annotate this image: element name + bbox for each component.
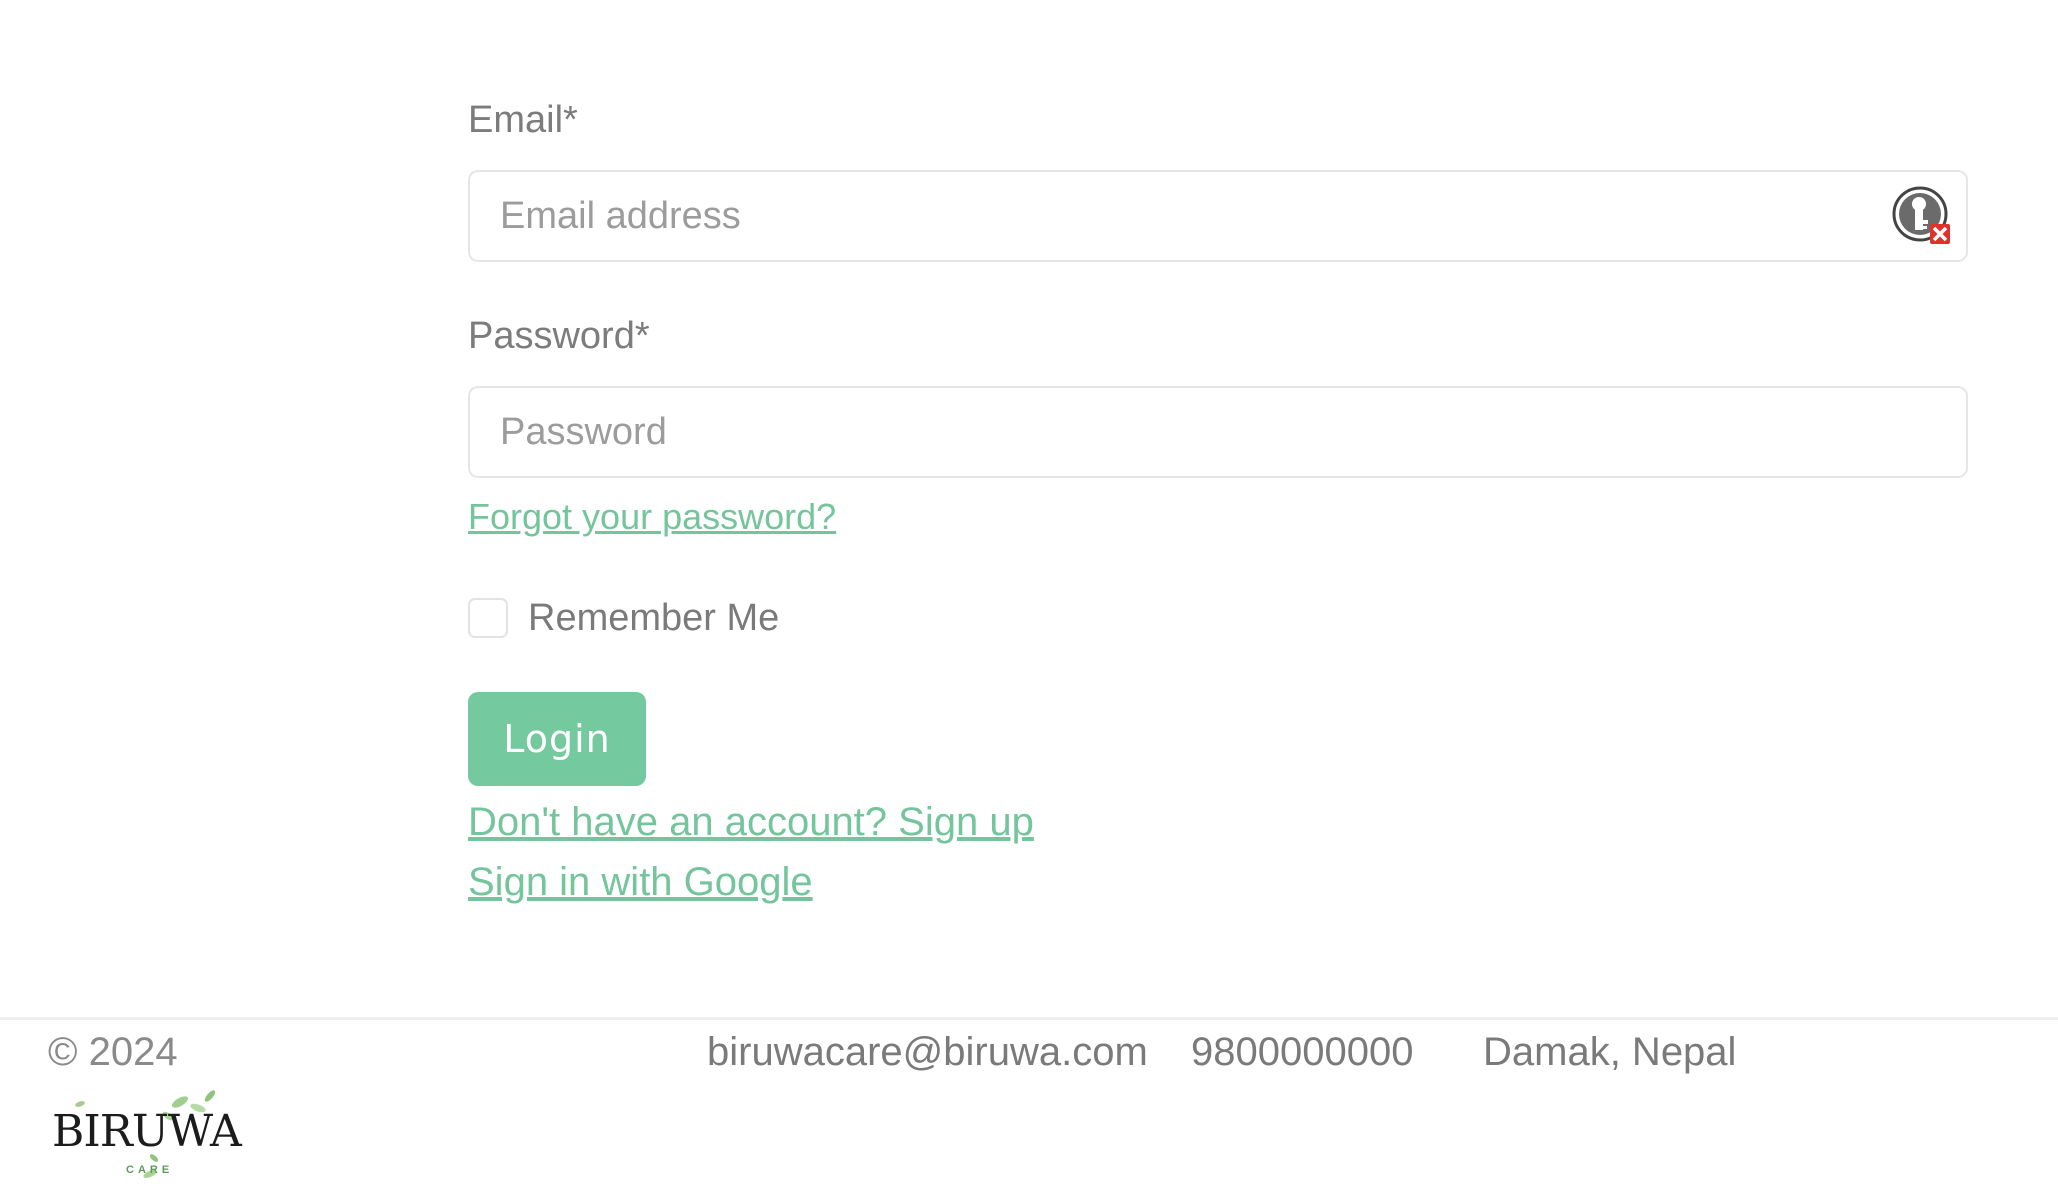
email-field-wrapper (468, 170, 1968, 262)
remember-me-checkbox[interactable] (468, 598, 508, 638)
password-input[interactable] (468, 386, 1968, 478)
logo-subtext: CARE (126, 1164, 174, 1176)
email-input[interactable] (468, 170, 1968, 262)
footer-location: Damak, Nepal (1483, 1030, 1737, 1074)
login-page: Email* Password* Forgot your passwor (0, 0, 2058, 1204)
biruwa-logo: BIRUWA CARE (50, 1086, 250, 1182)
remember-me-row: Remember Me (468, 594, 1968, 642)
login-button[interactable]: Login (468, 692, 646, 786)
google-signin-link[interactable]: Sign in with Google (468, 852, 1968, 912)
login-form: Email* Password* Forgot your passwor (468, 90, 1968, 912)
password-manager-key-icon[interactable] (1892, 186, 1952, 246)
footer: © 2024 biruwacare@biruwa.com 9800000000 … (0, 1017, 2058, 1204)
remember-me-label: Remember Me (528, 596, 780, 639)
copyright-text: © 2024 (48, 1030, 178, 1074)
logo-text: BIRUWA (52, 1106, 242, 1157)
footer-email: biruwacare@biruwa.com (707, 1030, 1148, 1074)
signup-link[interactable]: Don't have an account? Sign up (468, 792, 1968, 852)
email-label: Email* (468, 99, 578, 141)
password-field-wrapper (468, 386, 1968, 478)
forgot-password-link[interactable]: Forgot your password? (468, 492, 836, 542)
password-label: Password* (468, 315, 650, 357)
footer-phone: 9800000000 (1191, 1030, 1414, 1074)
